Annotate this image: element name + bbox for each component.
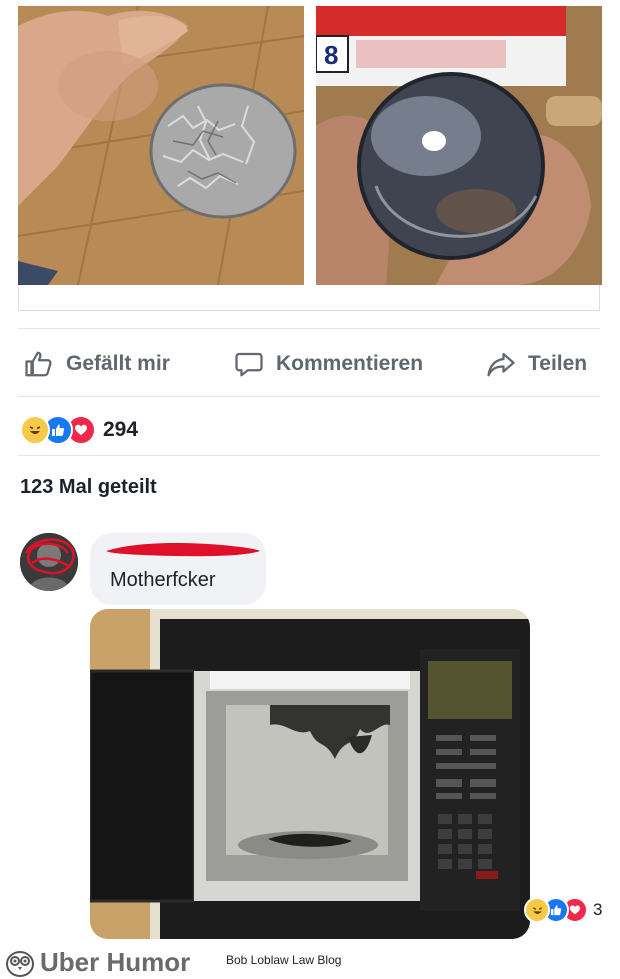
like-button[interactable]: Gefällt mir xyxy=(24,333,170,395)
share-button[interactable]: Teilen xyxy=(486,333,587,395)
shares-count[interactable]: 123 Mal geteilt xyxy=(20,476,157,499)
brand-name: Uber Humor xyxy=(40,947,191,977)
comment-reaction-summary[interactable]: 3 xyxy=(524,897,602,923)
comment-label: Kommentieren xyxy=(276,352,424,375)
foil-ball-photo[interactable] xyxy=(18,6,304,285)
divider xyxy=(18,396,600,397)
share-arrow-icon xyxy=(487,352,515,377)
comment-text: Motherfcker xyxy=(110,569,216,591)
avatar-image xyxy=(20,533,78,591)
haha-reaction-icon xyxy=(20,415,50,445)
polished-ball-image: 8 xyxy=(316,6,602,285)
burned-microwave-photo[interactable] xyxy=(90,609,530,939)
redacted-name-scribble xyxy=(106,543,260,557)
link-preview-box xyxy=(18,285,600,311)
share-label: Teilen xyxy=(528,352,588,375)
comment-bubble[interactable]: Motherfcker xyxy=(90,533,266,605)
brand-blog: Bob Loblaw Law Blog xyxy=(226,953,342,967)
watermark-footer: Uber Humor Bob Loblaw Law Blog xyxy=(0,944,620,979)
avatar[interactable] xyxy=(20,533,78,591)
divider xyxy=(18,455,600,456)
like-label: Gefällt mir xyxy=(66,352,170,375)
svg-text:8: 8 xyxy=(324,40,338,70)
thumbs-up-icon xyxy=(25,351,52,377)
owl-logo-icon xyxy=(6,951,34,977)
comment-reaction-count: 3 xyxy=(593,900,603,919)
haha-reaction-icon xyxy=(524,897,550,923)
polished-ball-photo[interactable]: 8 xyxy=(316,6,602,285)
divider xyxy=(18,328,600,329)
reaction-summary[interactable]: 294 xyxy=(20,414,138,446)
comment-button[interactable]: Kommentieren xyxy=(234,333,423,395)
reaction-count: 294 xyxy=(103,418,139,441)
post-action-bar: Gefällt mir Kommentieren Teilen xyxy=(18,333,600,395)
foil-ball-image xyxy=(18,6,304,285)
microwave-image xyxy=(90,609,530,939)
speech-bubble-icon xyxy=(235,352,263,377)
